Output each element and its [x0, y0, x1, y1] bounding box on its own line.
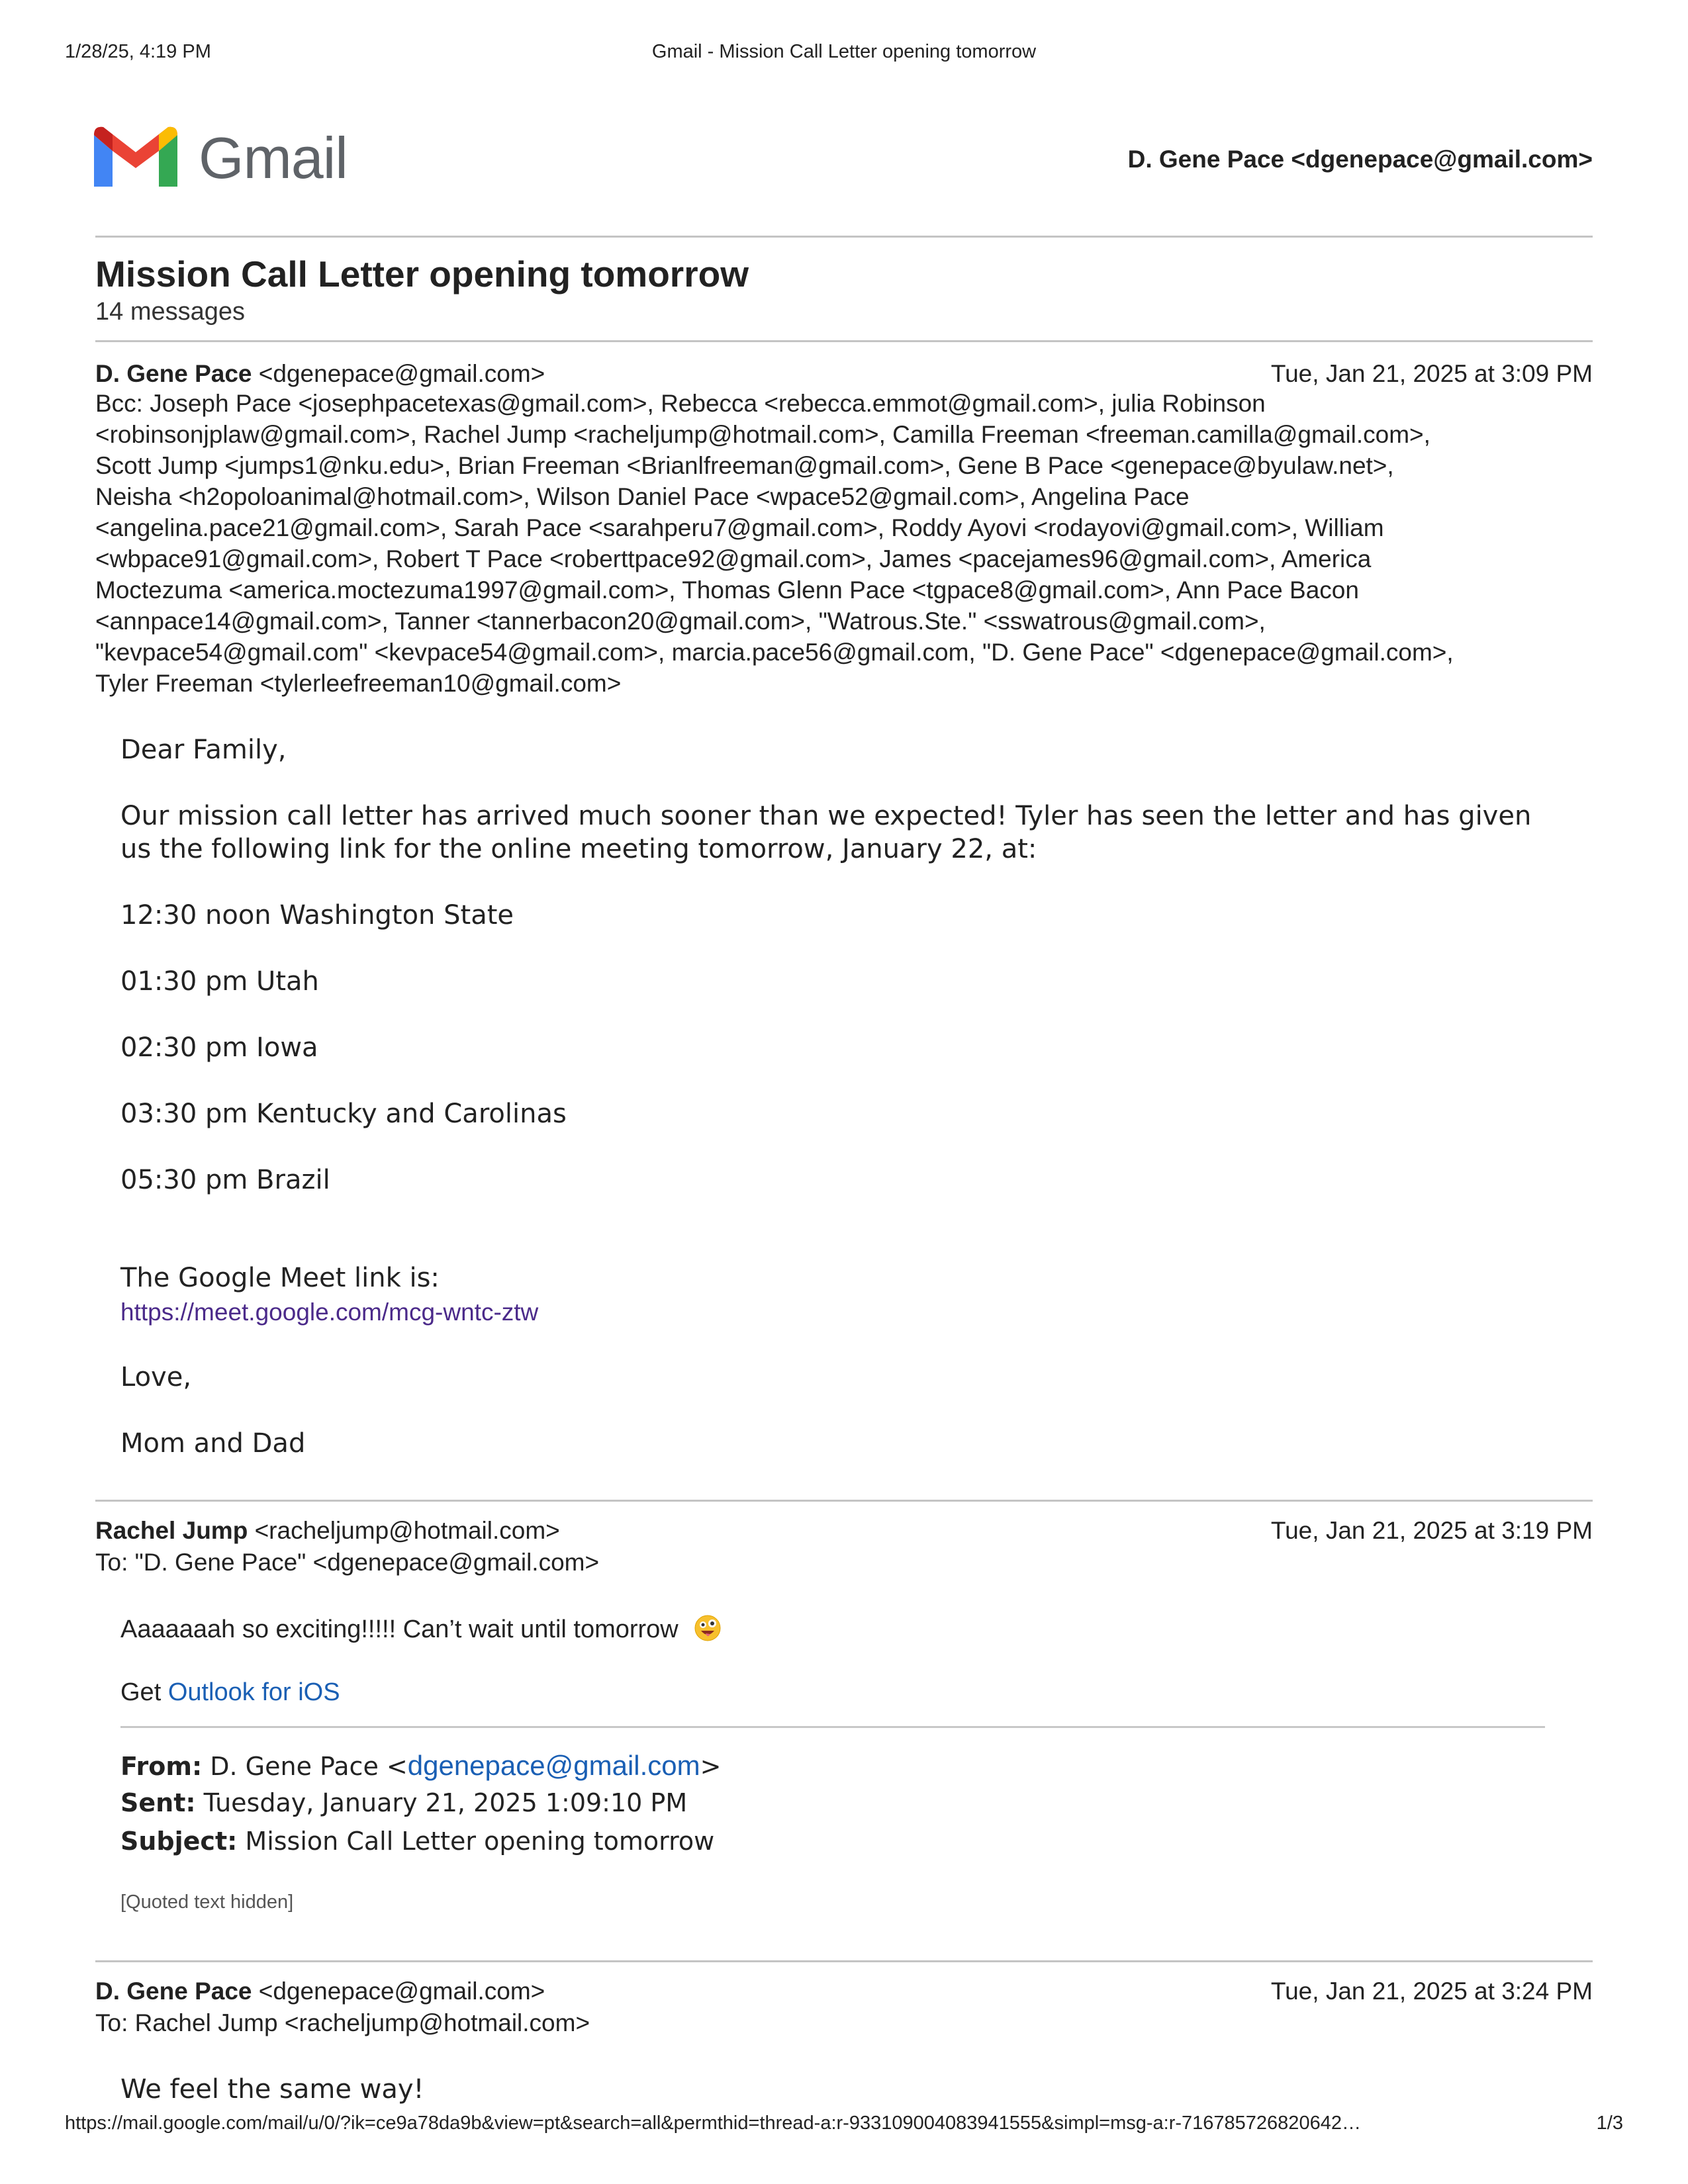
quoted-from-name: D. Gene Pace <: [210, 1752, 408, 1781]
meet-link-intro: The Google Meet link is:: [120, 1263, 440, 1293]
recipient-line: <angelina.pace21@gmail.com>, Sarah Pace …: [95, 514, 1384, 541]
sender-name: D. Gene Pace: [95, 1978, 252, 2005]
recipient-line: Tyler Freeman <tylerleefreeman10@gmail.c…: [95, 670, 622, 697]
meeting-time: 03:30 pm Kentucky and Carolinas: [120, 1099, 567, 1129]
message-paragraph: Our mission call letter has arrived much…: [120, 801, 1532, 831]
quoted-subject: Subject: Mission Call Letter opening tom…: [120, 1827, 714, 1856]
quoted-from-email-link[interactable]: dgenepace@gmail.com: [408, 1750, 700, 1781]
message-signature: Mom and Dad: [120, 1428, 306, 1459]
meeting-time: 05:30 pm Brazil: [120, 1165, 330, 1195]
quoted-subject-value: Mission Call Letter opening tomorrow: [245, 1827, 715, 1856]
recipient-line: Neisha <h2opoloanimal@hotmail.com>, Wils…: [95, 483, 1190, 510]
sender-email: <racheljump@hotmail.com>: [254, 1517, 560, 1544]
quoted-sent-label: Sent:: [120, 1788, 196, 1817]
message-closing: Love,: [120, 1362, 192, 1392]
to-recipient: To: "D. Gene Pace" <dgenepace@gmail.com>: [95, 1549, 600, 1576]
to-recipient: To: Rachel Jump <racheljump@hotmail.com>: [95, 2009, 590, 2036]
message-date: Tue, Jan 21, 2025 at 3:24 PM: [1270, 1978, 1593, 2005]
meeting-time: 12:30 noon Washington State: [120, 900, 514, 931]
recipient-line: "kevpace54@gmail.com" <kevpace54@gmail.c…: [95, 639, 1454, 666]
quoted-subject-label: Subject:: [120, 1827, 238, 1856]
quoted-divider: [120, 1726, 1545, 1728]
sender-email: <dgenepace@gmail.com>: [258, 1978, 545, 2005]
header-divider: [95, 236, 1593, 238]
message-sender: D. Gene Pace <dgenepace@gmail.com>: [95, 360, 545, 388]
quoted-from: From: D. Gene Pace <dgenepace@gmail.com>: [120, 1750, 721, 1782]
recipient-line: Moctezuma <america.moctezuma1997@gmail.c…: [95, 576, 1359, 604]
print-page-title: Gmail - Mission Call Letter opening tomo…: [651, 41, 1037, 62]
recipient-line: <wbpace91@gmail.com>, Robert T Pace <rob…: [95, 545, 1372, 572]
reply-text: Aaaaaaah so exciting!!!!! Can’t wait unt…: [120, 1615, 679, 1643]
gmail-wordmark: Gmail: [199, 125, 348, 191]
message-date: Tue, Jan 21, 2025 at 3:19 PM: [1270, 1517, 1593, 1544]
bcc-recipients: Bcc: Joseph Pace <josephpacetexas@gmail.…: [95, 388, 1605, 699]
quoted-text-hidden[interactable]: [Quoted text hidden]: [120, 1891, 293, 1913]
recipient-line: <robinsonjplaw@gmail.com>, Rachel Jump <…: [95, 421, 1430, 448]
sender-email: <dgenepace@gmail.com>: [258, 360, 545, 387]
get-prefix: Get: [120, 1678, 168, 1706]
get-outlook-line: Get Outlook for iOS: [120, 1678, 340, 1707]
recipient-line: Bcc: Joseph Pace <josephpacetexas@gmail.…: [95, 390, 1266, 417]
message-divider: [95, 1960, 1593, 1962]
thread-subject: Mission Call Letter opening tomorrow: [95, 253, 749, 295]
message-sender: Rachel Jump <racheljump@hotmail.com>: [95, 1517, 560, 1545]
sender-name: D. Gene Pace: [95, 360, 252, 387]
outlook-ios-link[interactable]: Outlook for iOS: [168, 1678, 340, 1706]
recipient-line: <annpace14@gmail.com>, Tanner <tannerbac…: [95, 608, 1266, 635]
print-page-number: 1/3: [1596, 2113, 1623, 2134]
print-footer-url: https://mail.google.com/mail/u/0/?ik=ce9…: [65, 2113, 1361, 2134]
message-greeting: Dear Family,: [120, 735, 287, 765]
quoted-from-label: From:: [120, 1752, 203, 1781]
sender-name: Rachel Jump: [95, 1517, 248, 1544]
crazy-face-emoji-icon: [694, 1615, 721, 1641]
account-identity: D. Gene Pace <dgenepace@gmail.com>: [1127, 146, 1593, 173]
meeting-time: 02:30 pm Iowa: [120, 1032, 318, 1063]
quoted-from-close: >: [700, 1752, 722, 1781]
meeting-time: 01:30 pm Utah: [120, 966, 319, 997]
message-count: 14 messages: [95, 298, 246, 326]
quoted-sent: Sent: Tuesday, January 21, 2025 1:09:10 …: [120, 1788, 687, 1817]
google-meet-link[interactable]: https://meet.google.com/mcg-wntc-ztw: [120, 1298, 538, 1326]
gmail-m-icon: [94, 126, 177, 187]
message-sender: D. Gene Pace <dgenepace@gmail.com>: [95, 1978, 545, 2005]
message-paragraph: us the following link for the online mee…: [120, 834, 1037, 864]
quoted-sent-value: Tuesday, January 21, 2025 1:09:10 PM: [203, 1788, 688, 1817]
reply-body: Aaaaaaah so exciting!!!!! Can’t wait unt…: [120, 1615, 721, 1644]
reply-text: We feel the same way!: [120, 2074, 424, 2105]
subject-divider: [95, 340, 1593, 342]
message-divider: [95, 1500, 1593, 1502]
message-date: Tue, Jan 21, 2025 at 3:09 PM: [1270, 360, 1593, 387]
recipient-line: Scott Jump <jumps1@nku.edu>, Brian Freem…: [95, 452, 1394, 479]
